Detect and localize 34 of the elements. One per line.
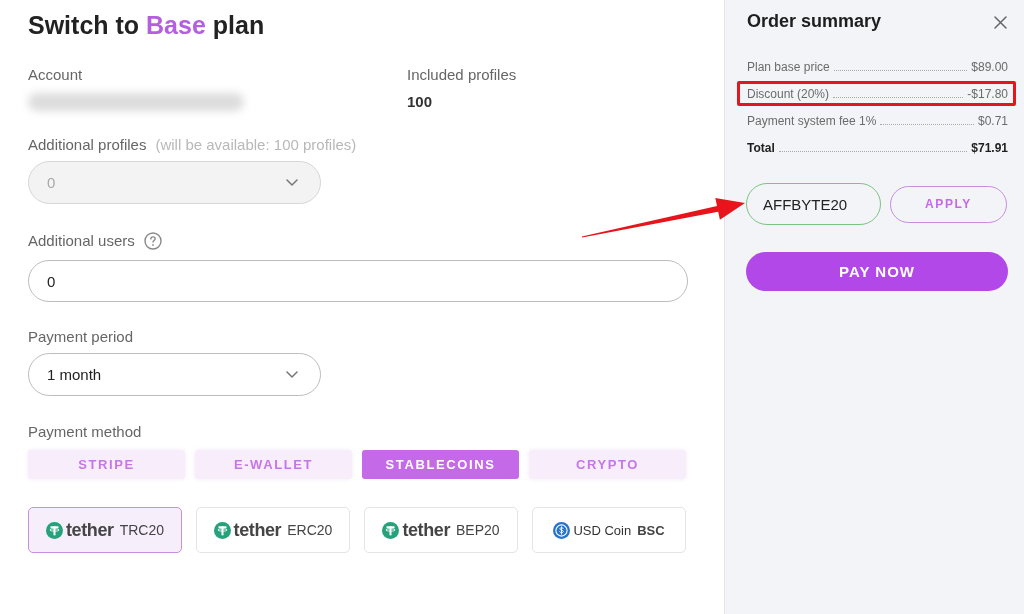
coin-option[interactable]: tether TRC20 [28, 507, 182, 553]
tether-logo-icon [213, 521, 231, 539]
summary-label: Payment system fee 1% [747, 113, 877, 128]
summary-label: Total [747, 140, 775, 155]
field-label: Payment method [28, 423, 142, 441]
help-icon[interactable] [143, 232, 162, 250]
field-hint: (will be available: 100 profiles) [155, 136, 357, 154]
summary-amount: $89.00 [971, 59, 1008, 74]
summary-label: Plan base price [747, 59, 830, 74]
close-icon[interactable] [994, 15, 1007, 29]
summary-title: Order summary [747, 10, 882, 32]
summary-amount: $71.91 [971, 140, 1008, 155]
field-label: Payment period [28, 328, 134, 346]
summary-label: Discount (20%) [747, 86, 830, 101]
tether-logo-icon [382, 521, 400, 539]
field-label: Account [28, 66, 83, 84]
coin-option[interactable]: USD Coin BSC [532, 507, 686, 553]
coupon-input[interactable]: AFFBYTE20 [746, 183, 881, 225]
coin-option[interactable]: tether ERC20 [196, 507, 350, 553]
tether-logo-icon [46, 521, 63, 539]
period-select[interactable]: 1 month [28, 353, 321, 396]
field-label: Additional users [28, 232, 135, 250]
usd-coin-logo-icon [553, 521, 571, 539]
profiles-count: 100 [407, 93, 433, 111]
coin-option[interactable]: tether BEP20 [364, 507, 518, 553]
summary-amount: -$17.80 [967, 86, 1008, 101]
page-title: Switch to Base plan [28, 10, 265, 41]
users-input[interactable]: 0 [28, 260, 688, 302]
field-label: Additional profiles [28, 136, 147, 154]
field-label: Included profiles [407, 66, 517, 84]
chevron-down-icon [286, 371, 298, 378]
summary-amount: $0.71 [977, 113, 1008, 128]
chevron-down-icon [286, 179, 298, 186]
pay-now-button[interactable]: PAY NOW [746, 252, 1008, 291]
